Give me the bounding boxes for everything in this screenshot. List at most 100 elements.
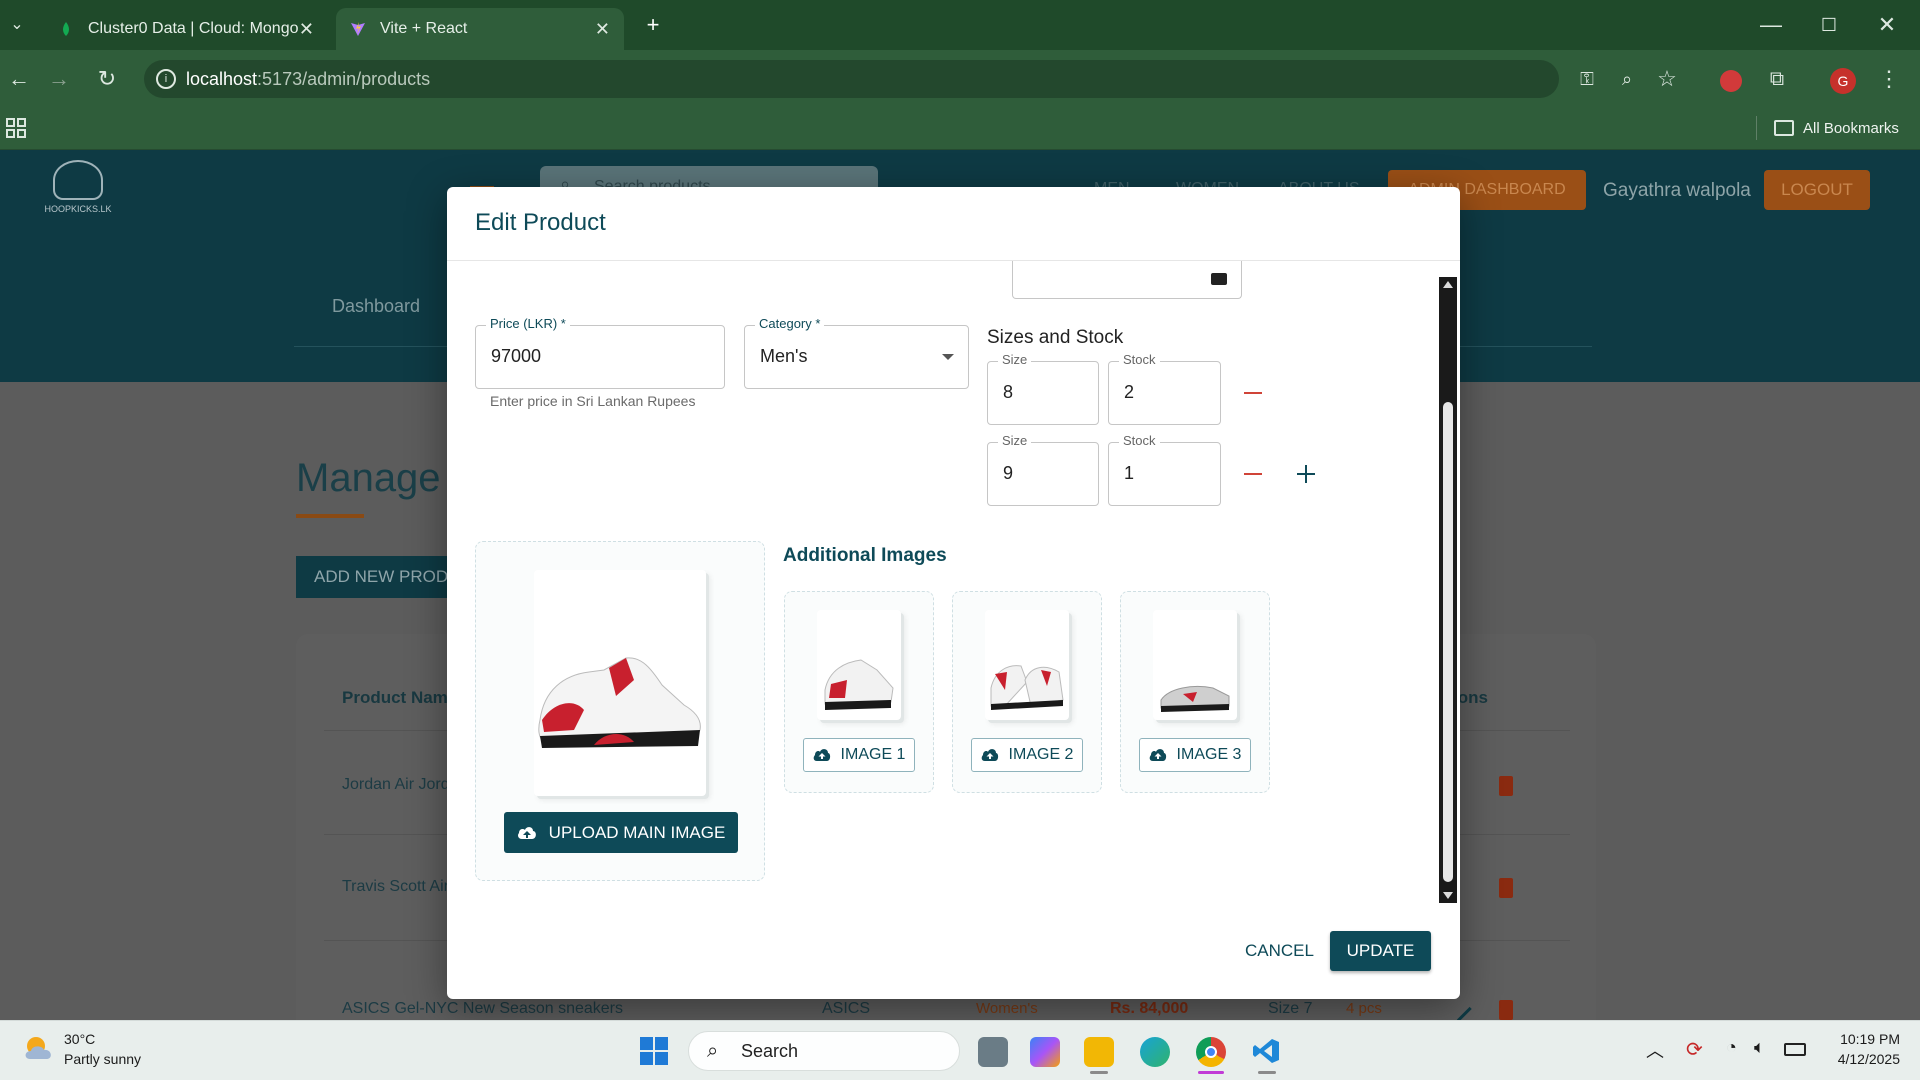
new-tab-icon[interactable]: + [638, 10, 668, 40]
add-size-icon[interactable] [1296, 464, 1316, 484]
copilot-icon[interactable] [1030, 1037, 1060, 1067]
chrome-center [1205, 1046, 1217, 1058]
upload-image-label: IMAGE 3 [1176, 746, 1242, 763]
tab-label: Cluster0 Data | Cloud: MongoD [88, 20, 298, 37]
add-new-product-button[interactable]: ADD NEW PRODUCT [296, 556, 466, 598]
category-select[interactable]: Category * Men's [744, 316, 969, 389]
scroll-up-icon[interactable] [1443, 281, 1453, 288]
all-bookmarks[interactable]: All Bookmarks [1803, 120, 1899, 137]
site-logo[interactable]: HOOPKICKS.LK [38, 160, 118, 226]
size-field[interactable]: Size 8 [987, 352, 1099, 425]
size-label: Size [998, 433, 1032, 448]
plus-bar [1305, 465, 1307, 483]
price-hint: Enter price in Sri Lankan Rupees [490, 393, 696, 409]
back-icon[interactable]: ← [4, 64, 34, 94]
battery-icon[interactable] [1784, 1043, 1806, 1056]
remove-size-icon[interactable] [1244, 473, 1262, 475]
file-explorer-icon[interactable] [1084, 1037, 1114, 1067]
delete-icon[interactable] [1499, 878, 1513, 898]
zoom-icon[interactable]: ⌕ [1612, 64, 1642, 94]
apps-grid-icon[interactable] [6, 118, 26, 138]
extension-icon[interactable] [1720, 70, 1742, 92]
category-chip: Women's [976, 1000, 1038, 1017]
upload-image-2-button[interactable]: IMAGE 2 [971, 738, 1083, 772]
page-title: Manage [296, 456, 441, 500]
divider [1756, 116, 1757, 140]
close-window-icon[interactable]: ✕ [1872, 10, 1902, 40]
clock-time[interactable]: 10:19 PM [1830, 1031, 1900, 1047]
profile-avatar[interactable]: G [1830, 68, 1856, 94]
search-icon: ⌕ [707, 1040, 719, 1062]
taskbar-search[interactable]: ⌕ Search [688, 1031, 960, 1071]
calendar-icon[interactable] [1211, 273, 1227, 285]
minimize-icon[interactable]: — [1756, 10, 1786, 40]
volume-icon[interactable]: 🔈︎ [1754, 1037, 1765, 1058]
chevron-down-icon [942, 354, 954, 360]
category-label: Category * [755, 316, 825, 331]
upload-image-1-button[interactable]: IMAGE 1 [803, 738, 915, 772]
price-value[interactable]: 97000 [491, 346, 541, 367]
edge-icon[interactable] [1140, 1037, 1170, 1067]
table-row-name: Jordan Air Jordan 4 Retro [342, 776, 452, 793]
edit-icon[interactable] [1446, 996, 1472, 1020]
price-field[interactable]: Price (LKR) * 97000 [475, 316, 725, 389]
upload-main-image-button[interactable]: UPLOAD MAIN IMAGE [504, 812, 738, 853]
update-button[interactable]: UPDATE [1330, 931, 1431, 971]
stock-value[interactable]: 1 [1124, 463, 1134, 484]
bookmark-star-icon[interactable]: ☆ [1652, 64, 1682, 94]
scrollbar-thumb[interactable] [1443, 402, 1453, 882]
sync-icon[interactable]: ⟳ [1686, 1037, 1703, 1062]
size-value[interactable]: 8 [1003, 382, 1013, 403]
additional-image-slot-3[interactable]: IMAGE 3 [1120, 591, 1270, 793]
chrome-icon[interactable] [1196, 1037, 1226, 1067]
menu-kebab-icon[interactable]: ⋮ [1874, 64, 1904, 94]
sizes-title: Sizes and Stock [987, 327, 1124, 348]
scrolled-field[interactable] [1012, 261, 1242, 299]
size-value[interactable]: 9 [1003, 463, 1013, 484]
column-header-name: Product Name [342, 688, 450, 707]
close-tab-icon[interactable]: ✕ [595, 19, 610, 40]
category-value: Men's [760, 346, 808, 366]
tab-mongodb[interactable]: Cluster0 Data | Cloud: MongoD ✕ [44, 8, 328, 50]
sneaker-image [824, 659, 894, 710]
password-key-icon[interactable]: ⚿ [1572, 64, 1602, 94]
stock-value[interactable]: 2 [1124, 382, 1134, 403]
vscode-icon[interactable] [1252, 1037, 1280, 1065]
size-field[interactable]: Size 9 [987, 433, 1099, 506]
cancel-button[interactable]: CANCEL [1245, 941, 1314, 961]
main-image-preview [534, 570, 706, 796]
mongodb-leaf-icon [58, 21, 74, 37]
tab-search-chevron-icon[interactable]: ⌄ [2, 10, 32, 40]
stock-label: Stock [1119, 352, 1160, 367]
weather-desc: Partly sunny [64, 1051, 142, 1067]
delete-icon[interactable] [1499, 776, 1513, 796]
address-bar[interactable]: i localhost:5173/admin/products [144, 60, 1559, 98]
site-info-icon[interactable]: i [156, 69, 176, 89]
reload-icon[interactable]: ↻ [92, 64, 122, 94]
sneaker-image [538, 657, 701, 748]
maximize-icon[interactable]: ☐ [1814, 10, 1844, 40]
remove-size-icon[interactable] [1244, 392, 1262, 394]
table-row-name: Travis Scott Air Jordan 1 [342, 878, 452, 895]
stock-field[interactable]: Stock 1 [1108, 433, 1221, 506]
close-tab-icon[interactable]: ✕ [299, 19, 314, 40]
delete-icon[interactable] [1499, 1000, 1513, 1020]
tab-vite-react[interactable]: Vite + React ✕ [336, 8, 624, 50]
dashboard-link[interactable]: Dashboard [332, 296, 420, 317]
main-image-dropzone[interactable]: UPLOAD MAIN IMAGE [475, 541, 765, 881]
weather-sun-icon[interactable] [22, 1033, 56, 1063]
wifi-icon[interactable]: ◔ [1726, 1037, 1737, 1058]
forward-icon[interactable]: → [44, 64, 74, 94]
additional-image-preview [1153, 610, 1237, 720]
show-hidden-icons-icon[interactable]: ︿ [1646, 1037, 1664, 1063]
additional-image-slot-1[interactable]: IMAGE 1 [784, 591, 934, 793]
upload-image-3-button[interactable]: IMAGE 3 [1139, 738, 1251, 772]
stock-field[interactable]: Stock 2 [1108, 352, 1221, 425]
extensions-puzzle-icon[interactable]: ⧉ [1762, 64, 1792, 94]
clock-date[interactable]: 4/12/2025 [1820, 1051, 1900, 1067]
logout-button[interactable]: LOGOUT [1764, 170, 1870, 210]
scroll-down-icon[interactable] [1443, 892, 1453, 899]
additional-image-slot-2[interactable]: IMAGE 2 [952, 591, 1102, 793]
task-view-icon[interactable] [978, 1037, 1008, 1067]
windows-start-icon[interactable] [640, 1037, 668, 1065]
